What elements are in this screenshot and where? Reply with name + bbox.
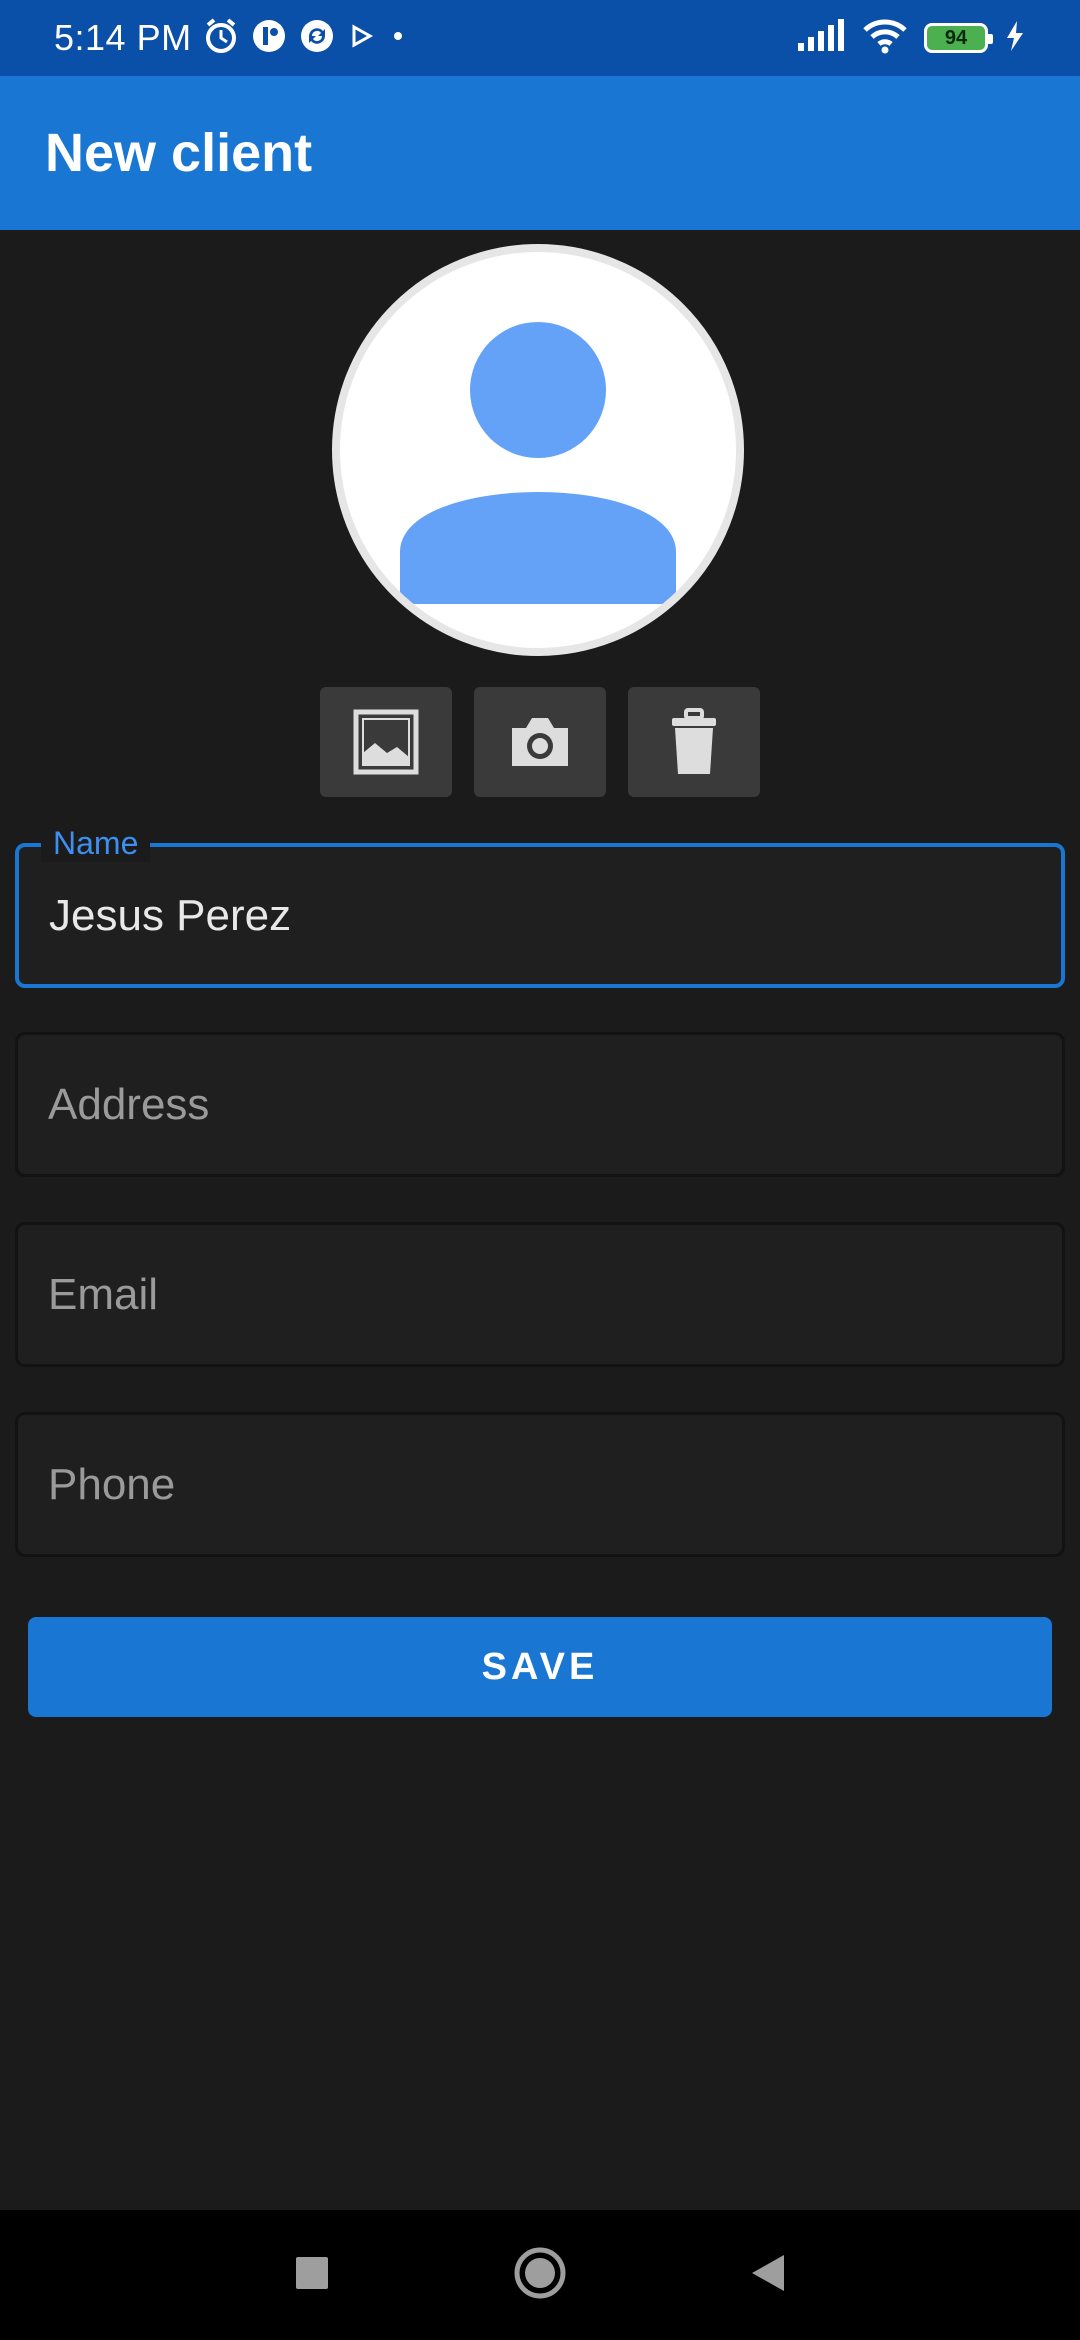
person-icon [400, 322, 676, 604]
back-icon[interactable] [748, 2251, 788, 2300]
email-field-placeholder: Email [48, 1269, 159, 1319]
gallery-icon [353, 709, 419, 775]
status-time: 5:14 PM [54, 17, 192, 58]
address-field-placeholder: Address [48, 1079, 210, 1129]
dot-icon [386, 24, 410, 53]
save-button[interactable]: SAVE [28, 1617, 1052, 1717]
wifi-icon [862, 18, 908, 59]
camera-icon [512, 718, 568, 766]
sync-icon [298, 17, 336, 60]
phone-field-placeholder: Phone [48, 1459, 176, 1509]
alarm-icon [202, 17, 240, 60]
home-icon[interactable] [512, 2245, 568, 2306]
app-notification-icon [250, 17, 288, 60]
name-field-label: Name [41, 825, 151, 862]
phone-field[interactable]: Phone [15, 1412, 1065, 1557]
battery-icon: 94 [924, 23, 993, 53]
address-field[interactable]: Address [15, 1032, 1065, 1177]
delete-photo-button[interactable] [628, 687, 760, 797]
page-title: New client [45, 123, 313, 183]
app-bar: New client [0, 76, 1080, 230]
name-field-value[interactable]: Jesus Perez [49, 891, 291, 941]
status-bar: 5:14 PM 94 [0, 0, 1080, 76]
avatar[interactable] [332, 244, 744, 656]
signal-icon [796, 18, 846, 58]
navigation-bar [0, 2210, 1080, 2340]
play-icon [346, 21, 376, 56]
charging-icon [1004, 19, 1026, 58]
trash-icon [672, 708, 716, 774]
email-field[interactable]: Email [15, 1222, 1065, 1367]
camera-button[interactable] [474, 687, 606, 797]
recents-icon[interactable] [292, 2253, 332, 2298]
name-field[interactable]: Name Jesus Perez [15, 825, 1065, 988]
gallery-button[interactable] [320, 687, 452, 797]
